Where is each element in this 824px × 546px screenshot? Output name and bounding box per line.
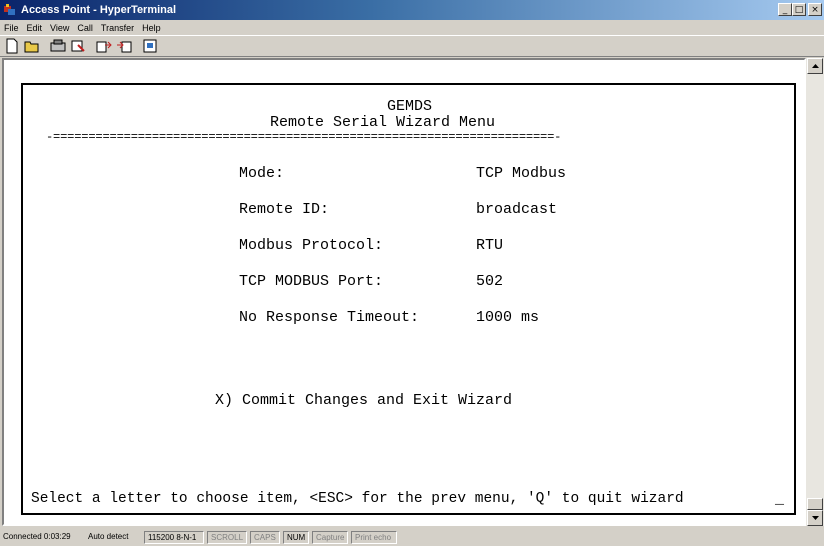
menu-transfer[interactable]: Transfer — [97, 23, 138, 33]
close-button[interactable]: × — [808, 3, 822, 16]
status-detect: Auto detect — [88, 531, 129, 541]
terminal-screen: GEMDS Remote Serial Wizard Menu -=======… — [21, 83, 796, 515]
menu-title: Remote Serial Wizard Menu — [270, 114, 496, 131]
commit-option: X) Commit Changes and Exit Wizard — [215, 392, 513, 409]
maximize-button[interactable]: □ — [792, 3, 806, 16]
menu-file[interactable]: File — [0, 23, 23, 33]
status-num: NUM — [283, 530, 309, 544]
toolbar — [0, 35, 824, 57]
menu-help[interactable]: Help — [138, 23, 165, 33]
menu-view[interactable]: View — [46, 23, 73, 33]
menu-bar: File Edit View Call Transfer Help — [0, 20, 824, 35]
no-response-timeout-label: No Response Timeout: — [239, 309, 420, 326]
status-connected: Connected 0:03:29 — [3, 531, 71, 541]
terminal-area[interactable]: GEMDS Remote Serial Wizard Menu -=======… — [2, 58, 806, 526]
header-title: GEMDS — [387, 98, 433, 115]
capture-icon[interactable] — [140, 37, 160, 55]
minimize-button[interactable]: _ — [778, 3, 792, 16]
mode-label: Mode: — [239, 165, 285, 182]
status-print-echo: Print echo — [351, 530, 397, 544]
hyperterminal-icon[interactable] — [3, 3, 17, 17]
modbus-protocol-label: Modbus Protocol: — [239, 237, 384, 254]
status-caps: CAPS — [250, 530, 280, 544]
mode-value: TCP Modbus — [476, 165, 567, 182]
status-capture: Capture — [312, 530, 348, 544]
status-scroll: SCROLL — [207, 530, 247, 544]
cursor: _ — [775, 491, 785, 508]
window-title: Access Point - HyperTerminal — [21, 4, 177, 16]
modbus-protocol-value: RTU — [476, 237, 504, 254]
open-icon[interactable] — [22, 37, 42, 55]
remote-id-value: broadcast — [476, 201, 558, 218]
receive-icon[interactable] — [114, 37, 134, 55]
scroll-down-arrow-icon[interactable] — [807, 510, 823, 526]
scroll-thumb[interactable] — [807, 498, 823, 510]
disconnect-icon[interactable] — [48, 37, 68, 55]
menu-call[interactable]: Call — [73, 23, 97, 33]
status-settings: 115200 8-N-1 — [144, 530, 204, 544]
properties-icon[interactable] — [68, 37, 88, 55]
tcp-modbus-port-label: TCP MODBUS Port: — [239, 273, 384, 290]
title-bar[interactable]: Access Point - HyperTerminal _ □ × — [0, 0, 824, 20]
vertical-scrollbar[interactable] — [806, 58, 824, 526]
menu-edit[interactable]: Edit — [23, 23, 47, 33]
remote-id-label: Remote ID: — [239, 201, 330, 218]
new-icon[interactable] — [2, 37, 22, 55]
status-bar: Connected 0:03:29 Auto detect 115200 8-N… — [0, 528, 824, 546]
prompt-text: Select a letter to choose item, <ESC> fo… — [31, 491, 684, 507]
tcp-modbus-port-value: 502 — [476, 273, 504, 290]
no-response-timeout-value: 1000 ms — [476, 309, 540, 326]
separator: -=======================================… — [46, 130, 562, 144]
scroll-up-arrow-icon[interactable] — [807, 58, 823, 74]
send-icon[interactable] — [94, 37, 114, 55]
